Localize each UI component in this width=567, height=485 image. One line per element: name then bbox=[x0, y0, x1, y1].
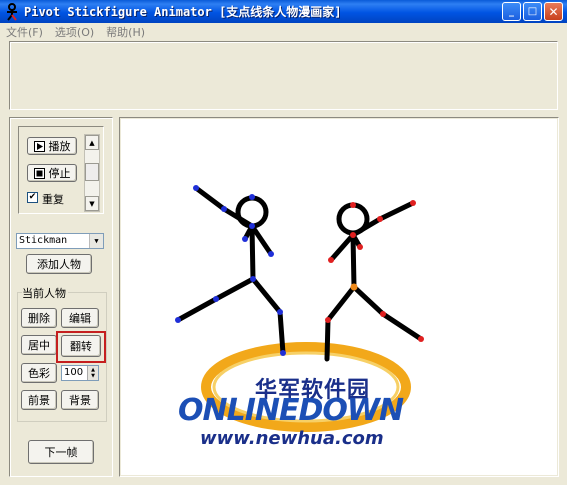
repeat-label: 重复 bbox=[42, 193, 64, 206]
spin-down-icon[interactable]: ▼ bbox=[91, 373, 95, 379]
window-title: Pivot Stickfigure Animator [支点线条人物漫画家] bbox=[24, 5, 342, 19]
watermark-brand-text: ONLINEDOWN bbox=[178, 393, 404, 428]
scroll-up-icon[interactable]: ▲ bbox=[85, 135, 99, 150]
close-button[interactable]: ✕ bbox=[544, 2, 563, 21]
back-button[interactable]: 背景 bbox=[61, 390, 99, 410]
figure-type-value: Stickman bbox=[19, 235, 68, 246]
color-value: 100 bbox=[64, 367, 84, 378]
stop-button[interactable]: 停止 bbox=[27, 164, 77, 182]
figure-type-select[interactable]: Stickman ▼ bbox=[16, 233, 104, 249]
menu-bar: 文件(F) 选项(O) 帮助(H) bbox=[0, 23, 567, 41]
menu-options[interactable]: 选项(O) bbox=[49, 24, 100, 40]
maximize-button[interactable]: □ bbox=[523, 2, 542, 21]
minimize-button[interactable]: _ bbox=[502, 2, 521, 21]
chevron-down-icon[interactable]: ▼ bbox=[89, 234, 103, 248]
color-button[interactable]: 色彩 bbox=[21, 363, 57, 383]
repeat-checkbox[interactable]: ✔ bbox=[27, 192, 38, 203]
watermark-url-text: www.newhua.com bbox=[200, 428, 384, 449]
title-bar: Pivot Stickfigure Animator [支点线条人物漫画家] _… bbox=[0, 0, 567, 23]
play-label: 播放 bbox=[48, 140, 71, 153]
stick-figure-left[interactable] bbox=[175, 185, 286, 356]
front-button[interactable]: 前景 bbox=[21, 390, 57, 410]
frame-strip-panel[interactable] bbox=[9, 41, 558, 110]
flip-highlight-box bbox=[56, 331, 106, 363]
speed-scrollbar[interactable]: ▲ ▼ bbox=[84, 134, 100, 212]
delete-button[interactable]: 删除 bbox=[21, 308, 57, 328]
edit-button[interactable]: 编辑 bbox=[61, 308, 99, 328]
add-figure-button[interactable]: 添加人物 bbox=[26, 254, 92, 274]
color-value-spinner[interactable]: 100 ▲ ▼ bbox=[61, 365, 99, 381]
menu-help[interactable]: 帮助(H) bbox=[100, 24, 151, 40]
stickfigure-app-icon bbox=[7, 2, 17, 21]
stop-label: 停止 bbox=[48, 167, 71, 180]
stick-figure-right[interactable] bbox=[324, 200, 424, 362]
scroll-down-icon[interactable]: ▼ bbox=[85, 196, 99, 211]
menu-file[interactable]: 文件(F) bbox=[0, 24, 49, 40]
window-controls: _ □ ✕ bbox=[502, 2, 563, 21]
scroll-thumb[interactable] bbox=[85, 163, 99, 181]
spinner-arrows[interactable]: ▲ ▼ bbox=[87, 366, 98, 380]
play-button[interactable]: 播放 bbox=[27, 137, 77, 155]
stop-icon bbox=[33, 167, 45, 179]
next-frame-button[interactable]: 下一帧 bbox=[28, 440, 94, 464]
current-figure-label: 当前人物 bbox=[22, 285, 68, 301]
center-button[interactable]: 居中 bbox=[21, 335, 57, 355]
play-icon bbox=[33, 140, 45, 152]
